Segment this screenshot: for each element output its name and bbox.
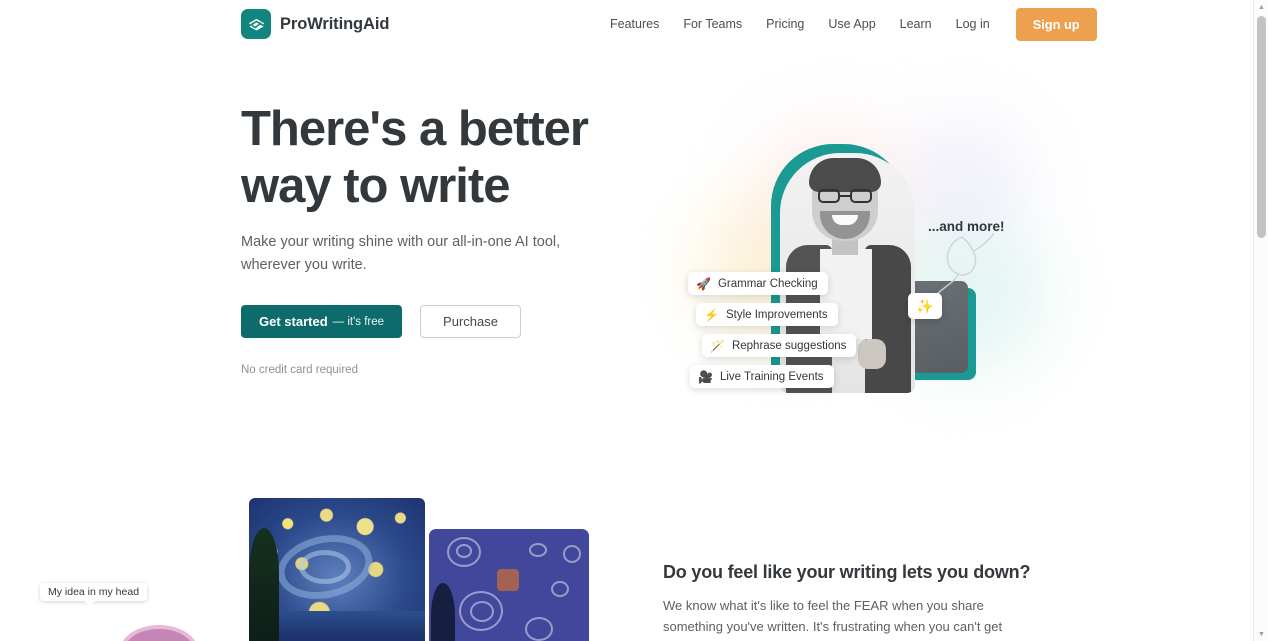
hero-title-line-2: way to write: [241, 159, 510, 213]
sign-up-button[interactable]: Sign up: [1015, 7, 1097, 41]
nav-item-pricing[interactable]: Pricing: [754, 11, 816, 37]
sketch-orange-shape: [497, 569, 519, 591]
site-header: ProWritingAid Features For Teams Pricing…: [0, 0, 1253, 48]
starry-swirl-inner: [299, 550, 351, 584]
feature-chip-label: Rephrase suggestions: [731, 339, 847, 352]
page-root: ProWritingAid Features For Teams Pricing…: [0, 0, 1253, 641]
lower-section-title: Do you feel like your writing lets you d…: [663, 562, 1031, 582]
video-camera-icon: 🎥: [698, 369, 713, 384]
sketch-swirl: [563, 545, 581, 563]
stacked-pages-check-icon: [241, 9, 271, 39]
nav-item-features[interactable]: Features: [598, 11, 671, 37]
get-started-button[interactable]: Get started — it's free: [241, 305, 403, 338]
nav-item-for-teams[interactable]: For Teams: [671, 11, 754, 37]
feature-chip-live-training-events: 🎥 Live Training Events: [690, 365, 834, 388]
hero-illustration: ✨ ...and more! 🚀 Grammar Checking ⚡ Styl…: [660, 98, 1020, 438]
sketch-swirl: [551, 581, 569, 597]
and-more-annotation: ...and more!: [928, 219, 1005, 234]
writing-lets-you-down-section: My idea in my head Do you feel like your…: [0, 470, 1253, 641]
nav-item-use-app[interactable]: Use App: [816, 11, 887, 37]
vertical-scrollbar[interactable]: ▲ ▼: [1253, 0, 1268, 641]
sketch-swirl: [529, 543, 547, 557]
sketch-swirl: [456, 544, 472, 558]
sketch-artwork-panel: [429, 529, 589, 641]
hero-title-line-1: There's a better: [241, 102, 589, 156]
nav-item-log-in[interactable]: Log in: [944, 11, 1002, 37]
scroll-down-arrow-icon[interactable]: ▼: [1254, 627, 1268, 641]
feature-chip-style-improvements: ⚡ Style Improvements: [696, 303, 838, 326]
rocket-icon: 🚀: [696, 276, 711, 291]
brand-logo-link[interactable]: ProWritingAid: [241, 9, 389, 39]
feature-chip-rephrase-suggestions: 🪄 Rephrase suggestions: [702, 334, 857, 357]
get-started-free-suffix: — it's free: [332, 315, 385, 328]
hero-title: There's a better way to write: [241, 101, 661, 215]
starry-night-artwork: [249, 498, 425, 641]
lower-text-block: Do you feel like your writing lets you d…: [663, 562, 1031, 641]
person-hand: [858, 339, 886, 369]
person-hair: [809, 158, 881, 192]
sketch-cypress: [431, 583, 455, 641]
brand-name: ProWritingAid: [280, 14, 390, 33]
magic-wand-icon: 🪄: [710, 338, 725, 353]
sketch-swirl: [525, 617, 553, 641]
feature-chip-label: Live Training Events: [719, 370, 824, 383]
sketch-swirl: [470, 601, 494, 622]
feature-chip-label: Grammar Checking: [717, 277, 818, 290]
lightning-bolt-icon: ⚡: [704, 307, 719, 322]
idea-in-my-head-label: My idea in my head: [40, 583, 148, 606]
hero-subtitle: Make your writing shine with our all-in-…: [241, 234, 561, 273]
scrollbar-thumb[interactable]: [1257, 16, 1266, 238]
hero-cta-group: Get started — it's free Purchase: [241, 305, 521, 338]
main-navigation: Features For Teams Pricing Use App Learn…: [598, 0, 1097, 48]
hero-section: There's a better way to write Make your …: [0, 48, 1253, 458]
get-started-label: Get started: [259, 314, 328, 329]
no-credit-card-note: No credit card required: [241, 364, 358, 376]
starry-cypress: [249, 528, 279, 641]
nav-item-learn[interactable]: Learn: [888, 11, 944, 37]
glasses-icon: [818, 189, 872, 203]
sparkles-icon: ✨: [908, 293, 942, 319]
feature-chip-label: Style Improvements: [725, 308, 828, 321]
scroll-up-arrow-icon[interactable]: ▲: [1254, 0, 1268, 14]
feature-chip-grammar-checking: 🚀 Grammar Checking: [688, 272, 828, 295]
lower-section-body: We know what it's like to feel the FEAR …: [663, 598, 1003, 641]
purchase-button[interactable]: Purchase: [420, 305, 521, 338]
pink-blob-decoration: [120, 625, 198, 641]
feature-chip-list: 🚀 Grammar Checking ⚡ Style Improvements …: [688, 272, 857, 388]
